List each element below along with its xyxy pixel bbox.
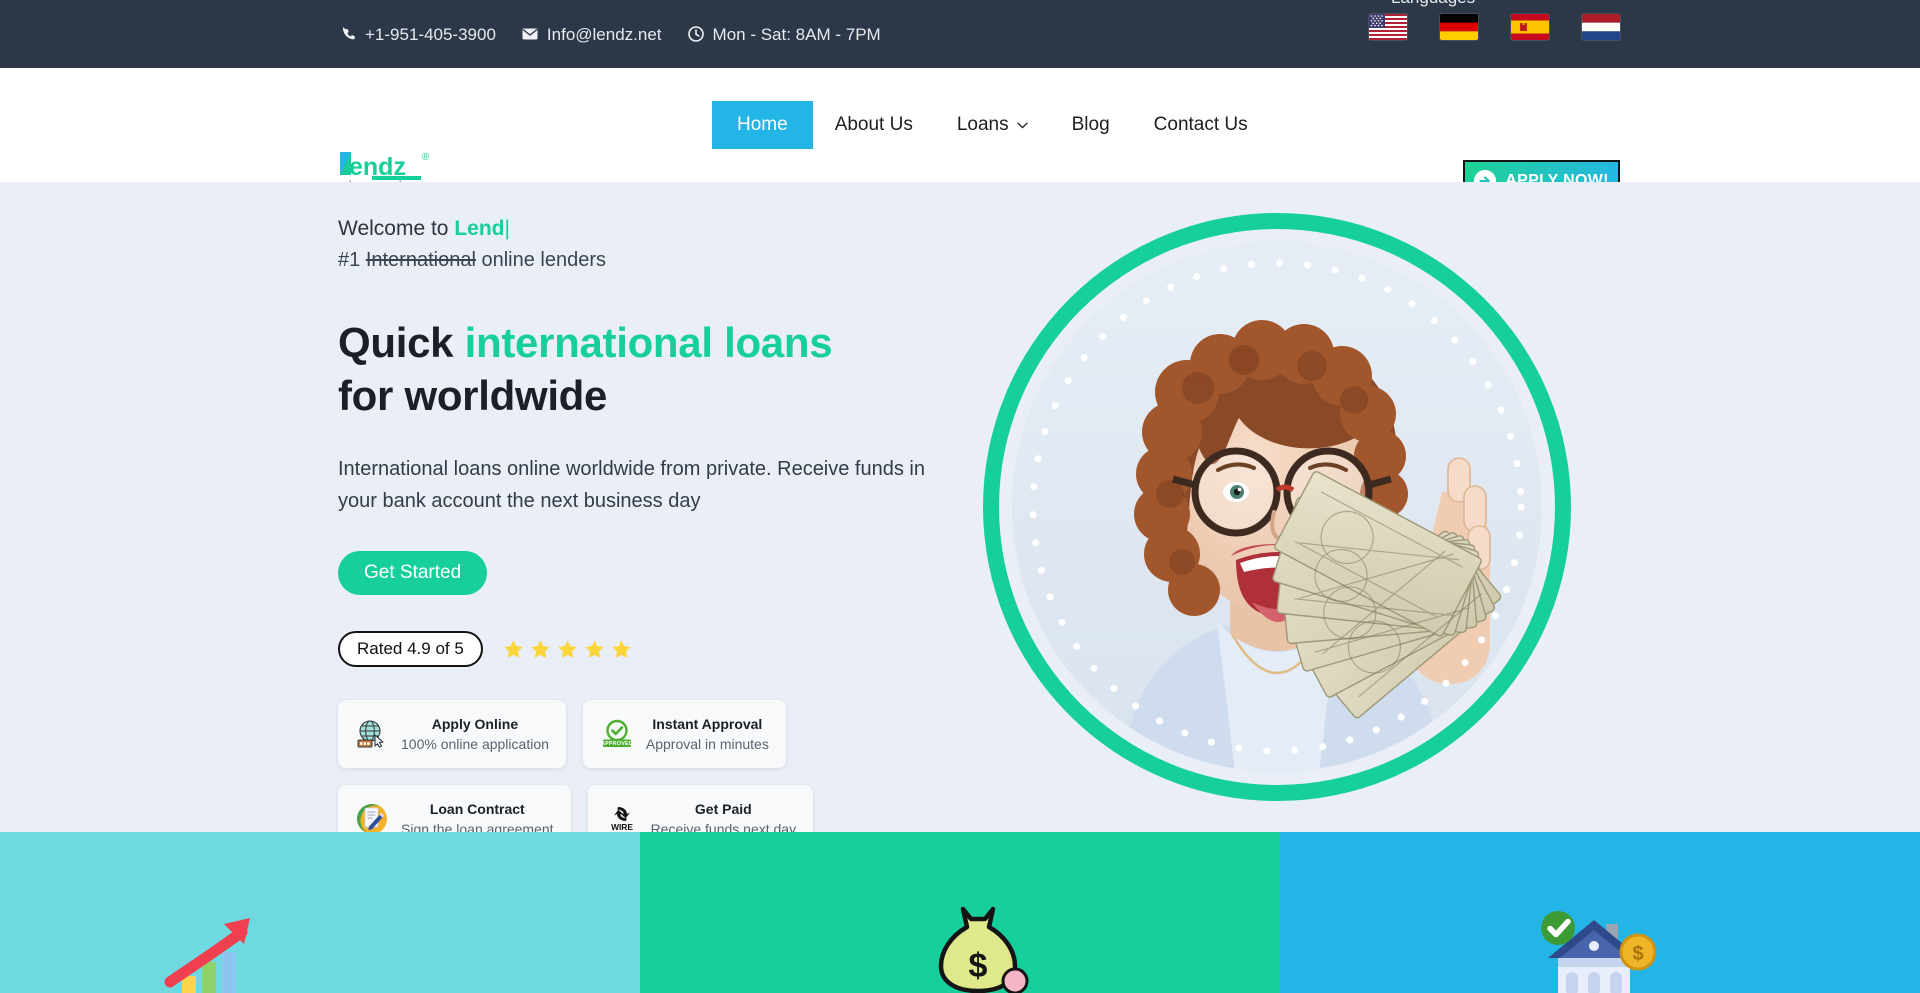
money-bag-panel[interactable]: $ — [640, 832, 1280, 993]
star-icon — [530, 639, 551, 660]
rating-row: Rated 4.9 of 5 — [338, 631, 958, 667]
feature-card-apply-online[interactable]: Apply Online 100% online application — [338, 700, 566, 768]
contact-list: +1-951-405-3900 Info@lendz.net Mon - Sat… — [340, 26, 881, 43]
globe-cursor-icon — [355, 717, 389, 751]
phone-number: +1-951-405-3900 — [365, 24, 496, 44]
main-navigation: Home About Us Loans Blog Contact Us — [712, 68, 1270, 182]
email-contact[interactable]: Info@lendz.net — [522, 26, 662, 43]
approved-badge-icon: APPROVED — [600, 717, 634, 751]
approved-house-coin-icon: $ — [1532, 906, 1662, 993]
headline-part-dark: Quick — [338, 319, 465, 366]
money-bag-icon: $ — [923, 905, 1033, 993]
hero-section: Welcome to Lend| #1 International online… — [0, 182, 1920, 853]
get-started-button[interactable]: Get Started — [338, 551, 488, 595]
growth-chart-panel[interactable] — [0, 832, 640, 993]
headline-line-two: for worldwide — [338, 372, 608, 419]
email-address: Info@lendz.net — [546, 24, 662, 44]
svg-text:$: $ — [969, 947, 988, 985]
home-loan-panel[interactable]: $ — [1280, 832, 1920, 993]
envelope-icon — [522, 26, 539, 43]
nav-label: Home — [737, 114, 788, 135]
svg-text:APPROVED: APPROVED — [601, 741, 633, 747]
svg-text:$: $ — [1632, 943, 1643, 965]
feature-card-title: Get Paid — [694, 801, 752, 817]
wire-transfer-icon: WIRE TRANSFER — [605, 802, 639, 836]
happy-woman-holding-cash-photo — [1012, 242, 1542, 772]
subline-suffix: online lenders — [475, 249, 606, 271]
star-icon — [584, 639, 605, 660]
hero-lead-paragraph: International loans online worldwide fro… — [338, 458, 925, 512]
headline-part-green: international loans — [464, 319, 833, 366]
hero-welcome-line: Welcome to Lend| — [338, 214, 958, 244]
top-contact-bar: +1-951-405-3900 Info@lendz.net Mon - Sat… — [0, 0, 1920, 68]
contract-signing-icon — [355, 802, 389, 836]
nav-label: Contact Us — [1153, 114, 1248, 135]
languages-label: Languages — [1391, 0, 1475, 8]
hero-headline: Quick international loans for worldwide — [338, 316, 958, 422]
chevron-down-icon — [1016, 122, 1028, 129]
site-header: endz ® Loans made easy Home About Us Loa… — [0, 68, 1920, 202]
nav-label: Loans — [956, 114, 1009, 135]
subline-prefix: #1 — [338, 249, 366, 271]
feature-card-title: Apply Online — [431, 716, 519, 732]
subline-struck-word: International — [365, 249, 476, 271]
star-icon — [557, 639, 578, 660]
welcome-prefix: Welcome to — [338, 217, 455, 240]
rating-badge: Rated 4.9 of 5 — [338, 631, 483, 667]
nav-item-loans[interactable]: Loans — [935, 101, 1050, 149]
nav-item-blog[interactable]: Blog — [1050, 101, 1132, 149]
welcome-accent-word: Lend — [454, 217, 505, 240]
language-selector: Languages — [1369, 0, 1620, 40]
flag-list — [1369, 14, 1620, 40]
nav-item-home[interactable]: Home — [712, 101, 813, 149]
hero-subline: #1 International online lenders — [338, 245, 958, 275]
flag-spain[interactable] — [1511, 14, 1549, 40]
promo-panel-row: $ $ — [0, 832, 1920, 993]
nav-item-about-us[interactable]: About Us — [813, 101, 935, 149]
nav-item-contact-us[interactable]: Contact Us — [1132, 101, 1270, 149]
typewriter-caret: | — [504, 217, 510, 240]
nav-label: About Us — [834, 114, 913, 135]
hero-content: Welcome to Lend| #1 International online… — [338, 214, 958, 853]
feature-card-list: Apply Online 100% online application APP… — [338, 700, 913, 853]
feature-card-title: Loan Contract — [429, 801, 525, 817]
hero-image-ring — [983, 213, 1571, 801]
flag-germany[interactable] — [1440, 14, 1478, 40]
star-rating — [503, 639, 632, 660]
clock-icon — [688, 26, 705, 43]
feature-card-desc: 100% online application — [401, 736, 549, 752]
feature-card-title: Instant Approval — [652, 716, 763, 732]
star-icon — [611, 639, 632, 660]
flag-united-states[interactable] — [1369, 14, 1407, 40]
nav-label: Blog — [1071, 114, 1110, 135]
flag-netherlands[interactable] — [1582, 14, 1620, 40]
svg-text:®: ® — [422, 152, 430, 163]
star-icon — [503, 639, 524, 660]
feature-card-desc: Approval in minutes — [645, 736, 769, 752]
business-hours: Mon - Sat: 8AM - 7PM — [712, 24, 881, 44]
feature-card-instant-approval[interactable]: APPROVED Instant Approval Approval in mi… — [582, 700, 786, 768]
growth-arrow-chart-icon — [156, 910, 276, 993]
hours-contact: Mon - Sat: 8AM - 7PM — [688, 26, 881, 43]
phone-contact[interactable]: +1-951-405-3900 — [340, 26, 496, 43]
phone-icon — [340, 26, 357, 43]
